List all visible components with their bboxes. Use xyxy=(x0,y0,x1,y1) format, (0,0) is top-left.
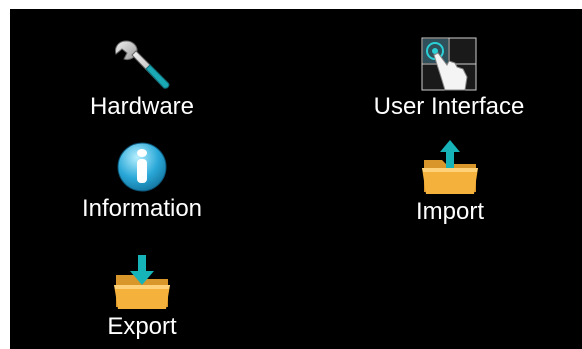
menu-item-information[interactable]: Information xyxy=(70,141,214,223)
wrench-icon xyxy=(115,40,170,89)
menu-item-label: Hardware xyxy=(89,93,195,120)
menu-item-import[interactable]: Import xyxy=(395,140,505,226)
menu-item-label: Information xyxy=(81,195,203,222)
folder-import-icon xyxy=(422,140,478,194)
menu-item-export[interactable]: Export xyxy=(88,255,196,341)
info-icon xyxy=(117,142,167,192)
menu-item-user-interface[interactable]: User Interface xyxy=(356,37,542,121)
menu-item-label: Import xyxy=(415,198,484,225)
touch-grid-icon xyxy=(421,37,477,91)
folder-export-icon xyxy=(114,255,170,309)
menu-item-label: Export xyxy=(107,313,177,340)
menu-screen: Hardware User Interface Information Impo… xyxy=(10,9,582,349)
menu-item-label: User Interface xyxy=(373,93,525,120)
menu-item-hardware[interactable]: Hardware xyxy=(80,39,204,121)
